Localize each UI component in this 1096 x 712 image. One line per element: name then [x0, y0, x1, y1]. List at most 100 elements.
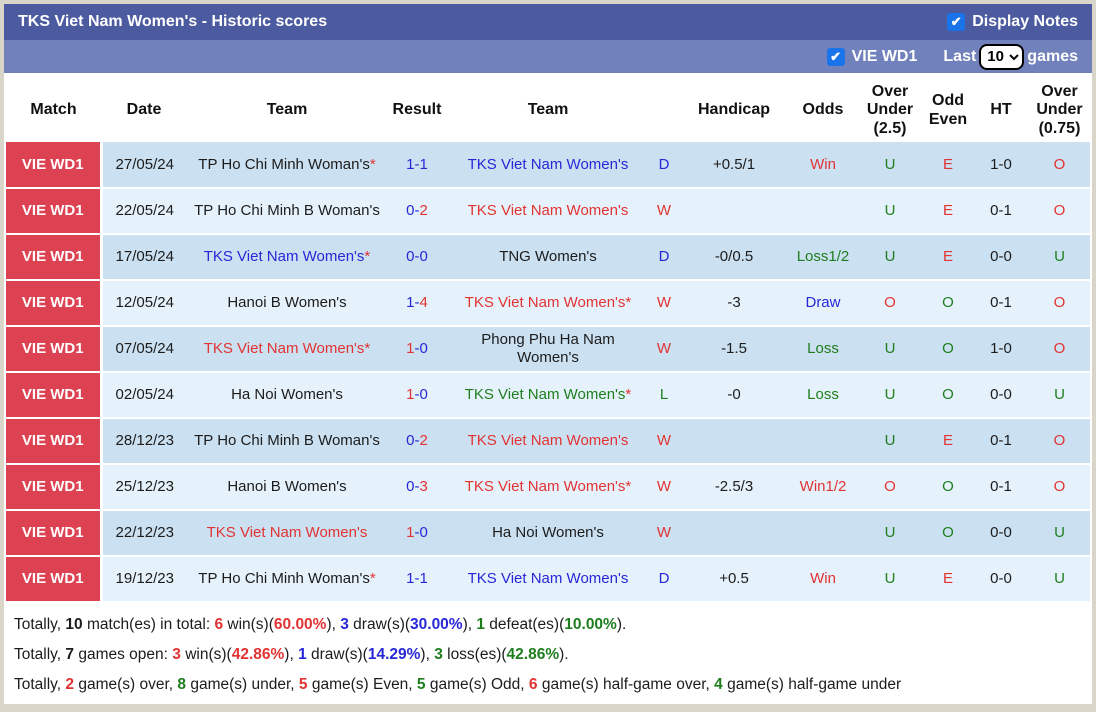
odd-even-cell: E	[923, 142, 973, 190]
match-league-cell: VIE WD1	[6, 280, 103, 328]
table-row: VIE WD1 17/05/24 TKS Viet Nam Women's* 0-0 T…	[6, 234, 1090, 282]
over-under-075-cell: U	[1029, 372, 1090, 420]
handicap-cell	[679, 418, 789, 466]
odd-even-cell: E	[923, 418, 973, 466]
handicap-cell	[679, 510, 789, 558]
result-cell: 1-0	[387, 372, 447, 420]
wdl-indicator-cell: D	[649, 142, 679, 190]
wdl-indicator-cell: W	[649, 326, 679, 374]
date-cell: 27/05/24	[101, 142, 187, 190]
odd-even-cell: E	[923, 234, 973, 282]
home-team-star: *	[369, 570, 376, 588]
result-cell: 0-2	[387, 418, 447, 466]
summary-segment: 10	[65, 616, 83, 634]
away-goals: 0	[419, 340, 428, 358]
result-cell: 0-3	[387, 464, 447, 512]
handicap-cell: +0.5/1	[679, 142, 789, 190]
summary-segment: Totally,	[14, 616, 66, 634]
handicap-cell: +0.5	[679, 556, 789, 604]
summary-segment: draw(s)(	[306, 646, 368, 664]
home-team-name: Hanoi B Women's	[227, 478, 347, 496]
away-goals: 4	[419, 294, 428, 312]
odds-cell: Loss1/2	[789, 234, 857, 282]
away-goals: 1	[419, 570, 428, 588]
handicap-cell: -1.5	[679, 326, 789, 374]
matches-table: Match Date Team Result Team Handicap Odd…	[6, 79, 1090, 604]
over-under-25-cell: U	[857, 372, 923, 420]
match-league-cell: VIE WD1	[6, 234, 103, 282]
handicap-cell: -0/0.5	[679, 234, 789, 282]
summary-segment: 1	[298, 646, 307, 664]
summary-segment: Totally,	[14, 646, 66, 664]
away-goals: 0	[419, 524, 428, 542]
match-league-cell: VIE WD1	[6, 326, 103, 374]
summary-segment: 4	[714, 676, 723, 694]
ht-score-cell: 0-1	[973, 280, 1029, 328]
summary-segment: 42.86%	[506, 646, 560, 664]
summary-line: Totally, 10 match(es) in total: 6 win(s)…	[14, 610, 1082, 640]
summary-segment: 8	[177, 676, 187, 694]
summary-segment: ).	[616, 616, 627, 634]
home-team-cell: TP Ho Chi Minh B Woman's	[187, 418, 387, 466]
summary-segment: Totally,	[14, 676, 66, 694]
wdl-indicator-cell: L	[649, 372, 679, 420]
handicap-cell: -3	[679, 280, 789, 328]
wdl-indicator-cell: W	[649, 188, 679, 236]
table-row: VIE WD1 19/12/23 TP Ho Chi Minh Woman's* 1-…	[6, 556, 1090, 604]
wdl-indicator-cell: W	[649, 280, 679, 328]
summary-segment: draw(s)(	[348, 616, 411, 634]
home-team-star: *	[364, 340, 371, 358]
away-team-name: TKS Viet Nam Women's	[467, 570, 629, 588]
filter-bar: ✔ VIE WD1 Last 10 games	[4, 40, 1092, 73]
summary-segment: 3	[172, 646, 181, 664]
away-team-name: TKS Viet Nam Women's	[464, 294, 626, 312]
summary-segment: game(s) over,	[74, 676, 178, 694]
table-header: Match Date Team Result Team Handicap Odd…	[6, 79, 1090, 143]
league-checkbox[interactable]: ✔	[826, 47, 845, 66]
date-cell: 07/05/24	[101, 326, 187, 374]
home-team-cell: TKS Viet Nam Women's*	[187, 326, 387, 374]
home-team-cell: Hanoi B Women's	[187, 464, 387, 512]
wdl-indicator-cell: D	[649, 234, 679, 282]
wdl-indicator-cell: W	[649, 464, 679, 512]
games-count-select[interactable]: 10	[979, 43, 1025, 70]
col-header-date: Date	[101, 79, 187, 143]
away-team-cell: TKS Viet Nam Women's	[447, 556, 649, 604]
home-team-cell: TP Ho Chi Minh Woman's*	[187, 556, 387, 604]
over-under-075-cell: O	[1029, 188, 1090, 236]
odd-even-cell: E	[923, 188, 973, 236]
summary-segment: defeat(es)(	[485, 616, 565, 634]
away-team-cell: TKS Viet Nam Women's*	[447, 464, 649, 512]
away-goals: 0	[419, 248, 428, 266]
over-under-25-cell: U	[857, 510, 923, 558]
ht-score-cell: 0-0	[973, 556, 1029, 604]
col-header-over-under-25: Over Under (2.5)	[857, 79, 923, 143]
away-team-cell: TKS Viet Nam Women's	[447, 418, 649, 466]
home-goals: 1	[406, 570, 415, 588]
summary-segment: 42.86%	[231, 646, 285, 664]
display-notes-checkbox[interactable]: ✔	[947, 13, 966, 31]
display-notes-label: Display Notes	[972, 13, 1078, 30]
table-row: VIE WD1 28/12/23 TP Ho Chi Minh B Woman's 0…	[6, 418, 1090, 466]
summary-segment: ),	[284, 646, 299, 664]
over-under-25-cell: O	[857, 464, 923, 512]
home-team-cell: Hanoi B Women's	[187, 280, 387, 328]
wdl-indicator-cell: W	[649, 510, 679, 558]
home-goals: 0	[406, 248, 415, 266]
summary-segment: match(es) in total:	[82, 616, 215, 634]
summary-segment: game(s) under,	[186, 676, 299, 694]
over-under-25-cell: O	[857, 280, 923, 328]
over-under-075-cell: O	[1029, 142, 1090, 190]
match-league-cell: VIE WD1	[6, 510, 103, 558]
over-under-25-cell: U	[857, 234, 923, 282]
matches-tbody: VIE WD1 27/05/24 TP Ho Chi Minh Woman's* 1-…	[6, 142, 1090, 604]
table-row: VIE WD1 12/05/24 Hanoi B Women's 1-4 TKS Vie…	[6, 280, 1090, 328]
home-goals: 0	[406, 432, 415, 450]
result-cell: 1-4	[387, 280, 447, 328]
table-row: VIE WD1 22/05/24 TP Ho Chi Minh B Woman's 0…	[6, 188, 1090, 236]
result-cell: 1-1	[387, 142, 447, 190]
match-league-cell: VIE WD1	[6, 372, 103, 420]
games-label: games	[1027, 47, 1078, 65]
table-row: VIE WD1 07/05/24 TKS Viet Nam Women's* 1-0 P…	[6, 326, 1090, 374]
date-cell: 17/05/24	[101, 234, 187, 282]
